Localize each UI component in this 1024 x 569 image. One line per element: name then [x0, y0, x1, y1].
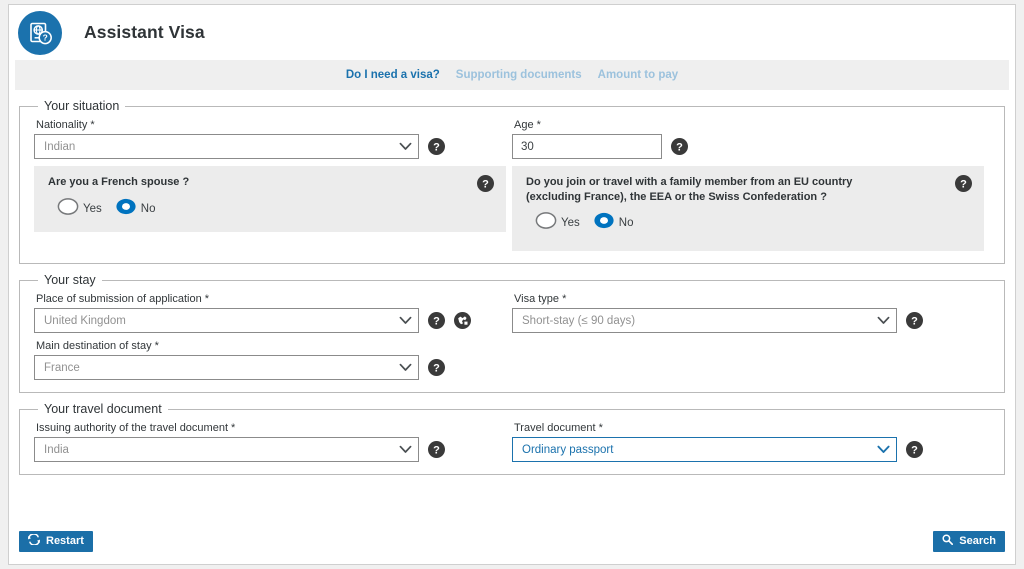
place-of-submission-value: United Kingdom: [44, 314, 126, 327]
question-mark-icon[interactable]: ?: [428, 312, 445, 329]
situation-left-column: Nationality * Indian ? Are you a French …: [34, 117, 512, 251]
app-window: ? Assistant Visa Do I need a visa? Suppo…: [8, 4, 1016, 565]
app-header: ? Assistant Visa: [9, 5, 1015, 60]
refresh-icon: [28, 533, 40, 548]
svg-text:?: ?: [433, 362, 440, 374]
radio-selected-icon: [593, 212, 615, 234]
svg-text:?: ?: [433, 444, 440, 456]
issuing-authority-select[interactable]: India: [34, 437, 419, 462]
chevron-down-icon: [399, 359, 412, 377]
chevron-down-icon: [877, 441, 890, 459]
tab-do-i-need-a-visa[interactable]: Do I need a visa?: [346, 69, 440, 81]
search-button[interactable]: Search: [933, 530, 1005, 552]
radio-unselected-icon: [535, 212, 557, 234]
french-spouse-yes-label: Yes: [83, 202, 102, 215]
svg-text:?: ?: [433, 141, 440, 153]
eu-family-question-block: Do you join or travel with a family memb…: [512, 166, 984, 251]
eu-family-yes-label: Yes: [561, 217, 580, 230]
age-input[interactable]: 30: [512, 134, 662, 159]
eu-family-question: Do you join or travel with a family memb…: [526, 176, 853, 203]
svg-text:?: ?: [43, 32, 48, 42]
main-destination-label: Main destination of stay *: [36, 340, 159, 352]
question-mark-icon[interactable]: ?: [428, 441, 445, 458]
french-spouse-radio-group: Yes No: [57, 197, 189, 220]
document-type-select[interactable]: Ordinary passport: [512, 437, 897, 462]
visa-type-select[interactable]: Short-stay (≤ 90 days): [512, 308, 897, 333]
question-mark-icon[interactable]: ?: [906, 312, 923, 329]
visa-type-value: Short-stay (≤ 90 days): [522, 314, 636, 327]
page-title: Assistant Visa: [84, 22, 205, 42]
chevron-down-icon: [399, 441, 412, 459]
section-legend-your-travel-document: Your travel document: [44, 402, 162, 416]
nationality-select[interactable]: Indian: [34, 134, 419, 159]
radio-unselected-icon: [57, 197, 79, 220]
document-type-value: Ordinary passport: [522, 443, 614, 456]
age-value: 30: [521, 140, 534, 153]
place-of-submission-label: Place of submission of application *: [36, 293, 210, 305]
section-legend-your-stay: Your stay: [44, 273, 96, 287]
age-label: Age *: [514, 119, 541, 131]
question-mark-icon[interactable]: ?: [428, 138, 445, 155]
situation-right-column: Age * 30 ? Do you join or travel with a …: [512, 117, 990, 251]
section-your-travel-document: Your travel document Issuing authority o…: [19, 402, 1005, 475]
tab-supporting-documents: Supporting documents: [455, 69, 582, 81]
chevron-down-icon: [877, 312, 890, 330]
svg-text:?: ?: [482, 178, 489, 190]
question-mark-icon[interactable]: ?: [955, 175, 972, 192]
french-spouse-question: Are you a French spouse ?: [48, 176, 190, 188]
restart-button[interactable]: Restart: [19, 530, 93, 552]
svg-text:?: ?: [433, 315, 440, 327]
document-type-label: Travel document *: [514, 422, 603, 434]
form-area: Your situation Nationality * Indian ? Ar…: [9, 90, 1015, 475]
french-spouse-radio-yes[interactable]: Yes: [57, 197, 102, 220]
travel-document-left-column: Issuing authority of the travel document…: [34, 420, 512, 462]
issuing-authority-label: Issuing authority of the travel document…: [36, 422, 236, 434]
section-your-situation: Your situation Nationality * Indian ? Ar…: [19, 99, 1005, 264]
magnifier-icon: [942, 534, 954, 548]
section-legend-your-situation: Your situation: [44, 99, 120, 113]
footer-actions: Restart Search: [9, 518, 1015, 564]
chevron-down-icon: [399, 138, 412, 156]
question-mark-icon[interactable]: ?: [906, 441, 923, 458]
section-your-stay: Your stay Place of submission of applica…: [19, 273, 1005, 393]
tab-amount-to-pay: Amount to pay: [597, 69, 679, 81]
travel-document-right-column: Travel document * Ordinary passport ?: [512, 420, 990, 462]
svg-text:?: ?: [911, 444, 918, 456]
restart-label: Restart: [46, 535, 84, 547]
stay-right-column: Visa type * Short-stay (≤ 90 days) ?: [512, 291, 990, 380]
question-mark-icon[interactable]: ?: [671, 138, 688, 155]
question-mark-icon[interactable]: ?: [477, 175, 494, 192]
french-spouse-radio-no[interactable]: No: [115, 198, 156, 220]
globe-icon[interactable]: [454, 312, 471, 329]
passport-help-icon: ?: [18, 10, 62, 55]
french-spouse-question-block: Are you a French spouse ? Yes No ?: [34, 166, 506, 232]
eu-family-radio-yes[interactable]: Yes: [535, 212, 580, 234]
stay-left-column: Place of submission of application * Uni…: [34, 291, 512, 380]
radio-selected-icon: [115, 198, 137, 220]
eu-family-radio-no[interactable]: No: [593, 212, 634, 234]
french-spouse-no-label: No: [140, 202, 156, 215]
nationality-label: Nationality *: [36, 119, 95, 131]
issuing-authority-value: India: [44, 443, 69, 456]
question-mark-icon[interactable]: ?: [428, 359, 445, 376]
main-destination-value: France: [44, 361, 80, 374]
svg-text:?: ?: [960, 178, 967, 190]
place-of-submission-select[interactable]: United Kingdom: [34, 308, 419, 333]
eu-family-no-label: No: [618, 217, 634, 230]
tab-bar: Do I need a visa? Supporting documents A…: [15, 60, 1009, 90]
main-destination-select[interactable]: France: [34, 355, 419, 380]
chevron-down-icon: [399, 312, 412, 330]
svg-text:?: ?: [676, 141, 683, 153]
eu-family-radio-group: Yes No: [535, 212, 856, 234]
visa-type-label: Visa type *: [514, 293, 567, 305]
nationality-value: Indian: [44, 140, 76, 153]
search-label: Search: [959, 535, 996, 547]
svg-text:?: ?: [911, 315, 918, 327]
